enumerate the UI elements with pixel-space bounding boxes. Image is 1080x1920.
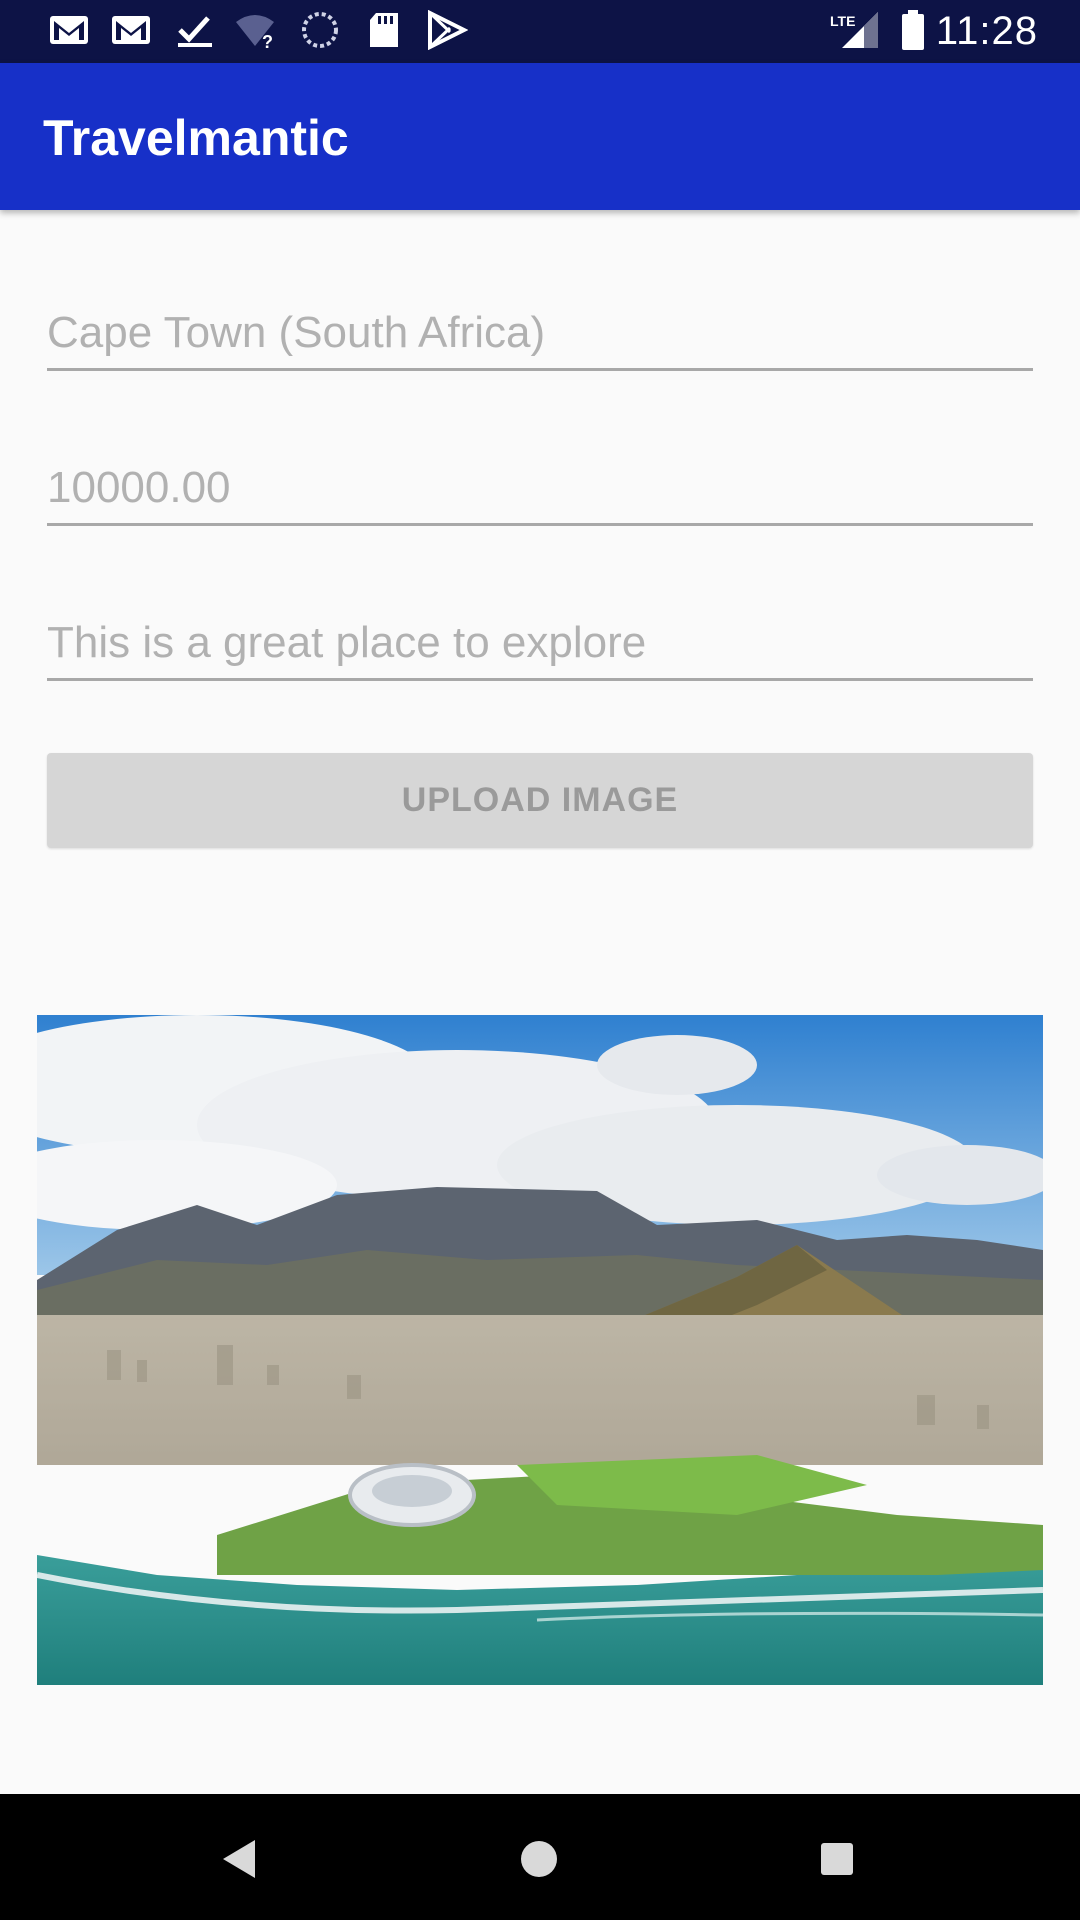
- cape-town-aerial-photo: [37, 1015, 1043, 1685]
- upload-image-button[interactable]: UPLOAD IMAGE: [47, 753, 1033, 848]
- title-field[interactable]: [47, 298, 1033, 371]
- navigation-bar: [0, 1794, 1080, 1920]
- sd-card-icon: [370, 13, 398, 47]
- status-time: 11:28: [935, 9, 1038, 53]
- title-input[interactable]: [47, 298, 1033, 368]
- description-field[interactable]: [47, 608, 1033, 681]
- wifi-question-icon: ?: [236, 15, 274, 50]
- app-title: Travelmantic: [43, 110, 349, 166]
- lte-signal-icon: LTE: [830, 12, 878, 48]
- description-input[interactable]: [47, 608, 1033, 678]
- back-icon[interactable]: [215, 1834, 265, 1884]
- svg-text:?: ?: [262, 32, 273, 50]
- destination-image: [37, 1015, 1043, 1685]
- home-icon[interactable]: [514, 1834, 564, 1884]
- price-field[interactable]: [47, 453, 1033, 526]
- svg-text:LTE: LTE: [830, 13, 855, 29]
- price-input[interactable]: [47, 453, 1033, 523]
- app-bar: Travelmantic: [0, 63, 1080, 210]
- gmail-icon: [50, 16, 88, 44]
- play-store-icon: [428, 10, 468, 50]
- recents-icon[interactable]: [812, 1834, 862, 1884]
- battery-icon: [902, 10, 924, 50]
- download-done-icon: [178, 16, 212, 47]
- gmail-icon: [112, 16, 150, 44]
- status-bar: ? LTE 11:28: [0, 0, 1080, 63]
- sync-icon: [302, 12, 338, 48]
